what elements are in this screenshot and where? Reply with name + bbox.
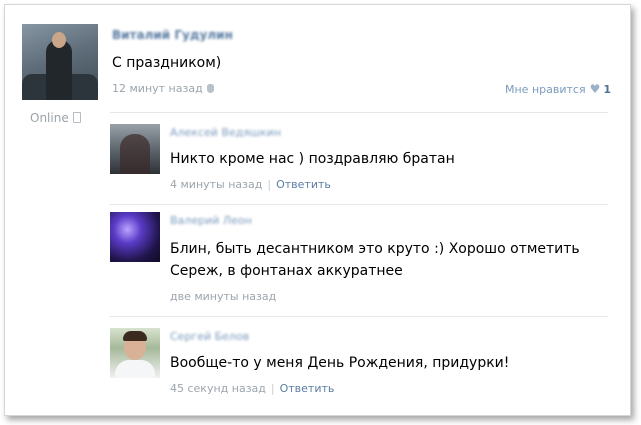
comment-meta: 45 секунд назад | Ответить xyxy=(170,382,334,395)
author-avatar[interactable] xyxy=(22,24,98,100)
comment-item: Алексей Ведяшкин Никто кроме нас ) поздр… xyxy=(110,124,610,196)
reply-link[interactable]: Ответить xyxy=(276,178,331,191)
comment-text: Никто кроме нас ) поздравляю братан xyxy=(170,151,455,167)
comment-time[interactable]: 45 секунд назад xyxy=(170,382,266,395)
comment-meta: 4 минуты назад | Ответить xyxy=(170,178,331,191)
avatar-shirt-shape xyxy=(115,360,155,378)
comment-meta: две минуты назад xyxy=(170,290,276,303)
meta-separator: | xyxy=(267,178,272,191)
divider xyxy=(110,316,608,317)
comment-item: Сергей Белов Вообще-то у меня День Рожде… xyxy=(110,328,610,400)
reply-link[interactable]: Ответить xyxy=(280,382,335,395)
comment-author[interactable]: Валерий Леон xyxy=(170,214,252,227)
like-label: Мне нравится xyxy=(505,83,586,96)
comment-text: Блин, быть десантником это круто :) Хоро… xyxy=(170,241,580,279)
apple-device-icon xyxy=(206,84,214,93)
heart-icon: ♥ xyxy=(589,82,601,96)
comment-author[interactable]: Алексей Ведяшкин xyxy=(170,126,281,139)
online-label: Online xyxy=(30,111,69,125)
comment-avatar[interactable] xyxy=(110,124,160,174)
divider xyxy=(110,204,608,205)
avatar-head-shape xyxy=(52,32,66,48)
mobile-phone-icon xyxy=(72,112,81,123)
avatar-hair-shape xyxy=(123,331,147,341)
divider xyxy=(110,112,608,113)
avatar-shape xyxy=(120,134,150,174)
meta-separator: | xyxy=(270,382,275,395)
post-author-name[interactable]: Виталий Гудулин xyxy=(112,28,233,42)
comment-author[interactable]: Сергей Белов xyxy=(170,330,249,343)
comment-item: Валерий Леон Блин, быть десантником это … xyxy=(110,212,610,308)
like-count: 1 xyxy=(603,83,611,96)
post-text: С праздником) xyxy=(112,55,222,71)
comment-time[interactable]: две минуты назад xyxy=(170,290,276,303)
post-timestamp[interactable]: 12 минут назад xyxy=(112,82,214,95)
comment-avatar[interactable] xyxy=(110,212,160,262)
post-time-text: 12 минут назад xyxy=(112,82,203,95)
comment-avatar[interactable] xyxy=(110,328,160,378)
comment-time[interactable]: 4 минуты назад xyxy=(170,178,262,191)
like-button[interactable]: Мне нравится ♥ 1 xyxy=(505,82,611,96)
avatar-person-shape xyxy=(46,40,72,100)
comment-text: Вообще-то у меня День Рождения, придурки… xyxy=(170,355,510,371)
online-status: Online xyxy=(30,111,81,125)
